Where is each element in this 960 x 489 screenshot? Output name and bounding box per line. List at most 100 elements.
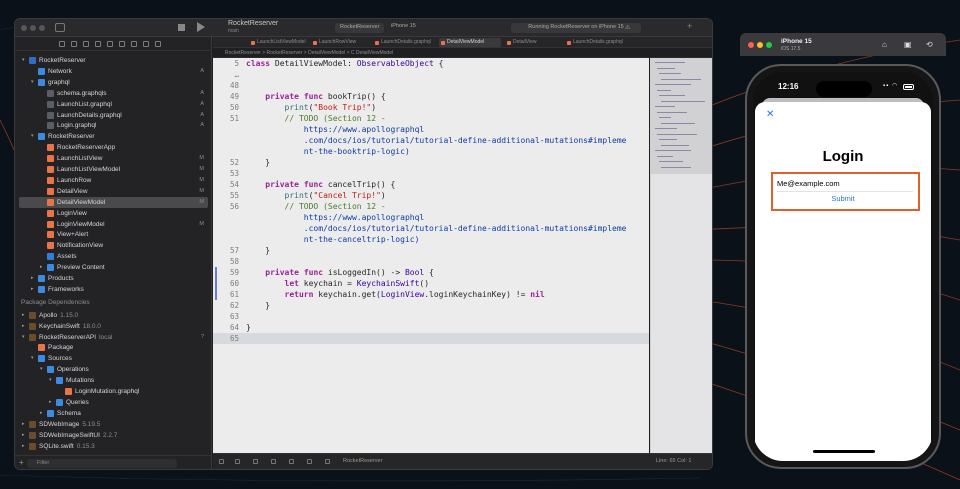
- disclosure-chevron-icon[interactable]: ▸: [40, 408, 43, 419]
- tree-item[interactable]: ▸ SDWebImage 5.19.5: [19, 419, 208, 430]
- code-line[interactable]: 62 }: [213, 300, 649, 311]
- tree-item[interactable]: LoginView: [19, 208, 208, 219]
- line-number[interactable]: 51: [213, 113, 239, 124]
- code-line[interactable]: .com/docs/ios/tutorial/tutorial-define-a…: [213, 135, 649, 146]
- line-number[interactable]: 54: [213, 179, 239, 190]
- disclosure-chevron-icon[interactable]: ▾: [22, 55, 25, 66]
- code-line[interactable]: 64}: [213, 322, 649, 333]
- breakpoint-icon[interactable]: [143, 41, 149, 47]
- code-line[interactable]: 51 // TODO (Section 12 -: [213, 113, 649, 124]
- line-number[interactable]: 56: [213, 201, 239, 212]
- disclosure-chevron-icon[interactable]: ▸: [40, 262, 43, 273]
- filter-input[interactable]: Filter: [27, 459, 177, 468]
- editor-tab[interactable]: LaunchRowView: [311, 38, 369, 47]
- pause-icon[interactable]: [253, 459, 258, 464]
- tree-item[interactable]: ▾ graphql: [19, 77, 208, 88]
- tree-item[interactable]: ▾ Mutations: [19, 375, 208, 386]
- tree-item[interactable]: RocketReserverApp: [19, 142, 208, 153]
- editor-tab[interactable]: LaunchDetails.graphql: [565, 38, 629, 47]
- tree-item[interactable]: Assets: [19, 251, 208, 262]
- disclosure-chevron-icon[interactable]: ▾: [49, 375, 52, 386]
- line-number[interactable]: 62: [213, 300, 239, 311]
- line-number[interactable]: 55: [213, 190, 239, 201]
- editor-tab[interactable]: DetailViewModel: [439, 38, 501, 47]
- search-icon[interactable]: [95, 41, 101, 47]
- simulator-minimize-button[interactable]: [757, 42, 763, 48]
- disclosure-chevron-icon[interactable]: ▾: [31, 131, 34, 142]
- jump-bar[interactable]: RocketReserver > RocketReserver > Detail…: [213, 48, 712, 58]
- tree-item[interactable]: ▾ Sources: [19, 353, 208, 364]
- code-line[interactable]: 59 private func isLoggedIn() -> Bool {: [213, 267, 649, 278]
- disclosure-chevron-icon[interactable]: ▸: [22, 441, 25, 452]
- zoom-window-button[interactable]: [39, 25, 45, 31]
- tree-item[interactable]: LaunchRow M: [19, 175, 208, 186]
- simulator-zoom-button[interactable]: [766, 42, 772, 48]
- run-button[interactable]: [197, 22, 205, 32]
- code-line[interactable]: 65: [213, 333, 649, 344]
- folder-icon[interactable]: [59, 41, 65, 47]
- close-icon[interactable]: ✕: [766, 110, 774, 120]
- step-over-icon[interactable]: [271, 459, 276, 464]
- tree-item[interactable]: ▸ Schema: [19, 408, 208, 419]
- tree-item[interactable]: LoginMutation.graphql: [19, 386, 208, 397]
- tree-item[interactable]: ▸ Products: [19, 273, 208, 284]
- code-line[interactable]: 49 private func bookTrip() {: [213, 91, 649, 102]
- line-number[interactable]: 5: [213, 58, 239, 69]
- editor-tab[interactable]: LaunchListViewModel: [249, 38, 307, 47]
- tree-item[interactable]: LaunchDetails.graphql A: [19, 110, 208, 121]
- test-icon[interactable]: [119, 41, 125, 47]
- editor-tab[interactable]: LaunchDetails.graphql: [373, 38, 435, 47]
- rotate-icon[interactable]: ⟲: [926, 40, 933, 49]
- code-line[interactable]: 57 }: [213, 245, 649, 256]
- line-number[interactable]: …: [213, 69, 239, 80]
- screenshot-icon[interactable]: ▣: [904, 40, 912, 49]
- report-icon[interactable]: [155, 41, 161, 47]
- line-number[interactable]: 64: [213, 322, 239, 333]
- code-line[interactable]: 58: [213, 256, 649, 267]
- tree-item[interactable]: DetailView M: [19, 186, 208, 197]
- disclosure-chevron-icon[interactable]: ▸: [49, 397, 52, 408]
- tree-item[interactable]: ▸ Frameworks: [19, 284, 208, 295]
- add-file-icon[interactable]: +: [19, 458, 24, 467]
- home-indicator[interactable]: [813, 450, 875, 453]
- tree-item[interactable]: LaunchListView M: [19, 153, 208, 164]
- close-window-button[interactable]: [21, 25, 27, 31]
- step-out-icon[interactable]: [307, 459, 312, 464]
- disclosure-chevron-icon[interactable]: ▸: [22, 430, 25, 441]
- stop-button[interactable]: [178, 24, 185, 31]
- code-line[interactable]: https://www.apollographql: [213, 212, 649, 223]
- tree-item[interactable]: ▸ Queries: [19, 397, 208, 408]
- tree-item[interactable]: DetailViewModel M: [19, 196, 208, 208]
- email-field[interactable]: [777, 176, 913, 191]
- warning-icon[interactable]: ⚠: [625, 24, 630, 31]
- submit-button[interactable]: Submit: [755, 194, 931, 203]
- console-toggle-icon[interactable]: [219, 459, 224, 464]
- tree-item[interactable]: ▾ RocketReserver: [19, 131, 208, 142]
- line-number[interactable]: 58: [213, 256, 239, 267]
- tree-item[interactable]: Package: [19, 342, 208, 353]
- disclosure-chevron-icon[interactable]: ▸: [22, 419, 25, 430]
- code-line[interactable]: https://www.apollographql: [213, 124, 649, 135]
- tree-item[interactable]: Login.graphql A: [19, 120, 208, 131]
- code-line[interactable]: 55 print("Cancel Trip!"): [213, 190, 649, 201]
- simulator-close-button[interactable]: [748, 42, 754, 48]
- device-selector[interactable]: iPhone 15: [391, 23, 416, 29]
- library-plus-icon[interactable]: +: [687, 21, 692, 31]
- disclosure-chevron-icon[interactable]: ▾: [31, 353, 34, 364]
- tree-item[interactable]: View+Alert: [19, 229, 208, 240]
- source-control-icon[interactable]: [71, 41, 77, 47]
- code-line[interactable]: nt-the-canceltrip-logic): [213, 234, 649, 245]
- tree-item[interactable]: ▾ Operations: [19, 364, 208, 375]
- code-line[interactable]: 52 }: [213, 157, 649, 168]
- disclosure-chevron-icon[interactable]: ▸: [31, 273, 34, 284]
- tree-item[interactable]: LaunchList.graphql A: [19, 99, 208, 110]
- code-line[interactable]: .com/docs/ios/tutorial/tutorial-define-a…: [213, 223, 649, 234]
- line-number[interactable]: 49: [213, 91, 239, 102]
- disclosure-chevron-icon[interactable]: ▸: [22, 310, 25, 321]
- code-line[interactable]: nt-the-booktrip-logic): [213, 146, 649, 157]
- code-line[interactable]: 61 return keychain.get(LoginView.loginKe…: [213, 289, 649, 300]
- tree-item[interactable]: ▾ RocketReserver: [19, 55, 208, 66]
- code-line[interactable]: 5 class DetailViewModel: ObservableObject…: [213, 58, 649, 69]
- minimize-window-button[interactable]: [30, 25, 36, 31]
- code-line[interactable]: 54 private func cancelTrip() {: [213, 179, 649, 190]
